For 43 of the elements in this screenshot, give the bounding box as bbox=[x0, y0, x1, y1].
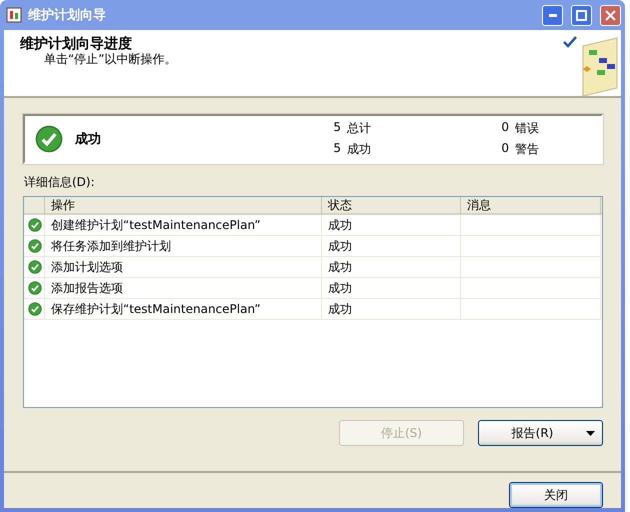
details-label: 详细信息(D): bbox=[24, 174, 96, 191]
table-cell: 添加计划选项 bbox=[45, 257, 322, 278]
maximize-icon bbox=[576, 10, 587, 20]
check-icon bbox=[563, 36, 577, 48]
stat-label: 总计 bbox=[347, 120, 372, 137]
maximize-button[interactable] bbox=[571, 4, 592, 26]
close-button[interactable] bbox=[600, 4, 621, 26]
success-icon bbox=[35, 125, 63, 153]
success-icon bbox=[28, 302, 42, 316]
stat-label: 警告 bbox=[515, 141, 540, 158]
column-header[interactable]: 消息 bbox=[461, 197, 601, 214]
table-cell: 将任务添加到维护计划 bbox=[45, 236, 322, 257]
column-header[interactable]: 操作 bbox=[45, 197, 322, 214]
close-icon bbox=[605, 10, 616, 20]
table-cell: 成功 bbox=[322, 257, 461, 278]
table-cell: 成功 bbox=[322, 299, 461, 320]
table-cell: 成功 bbox=[322, 215, 461, 236]
column-header[interactable]: 状态 bbox=[322, 197, 461, 214]
table-cell: 成功 bbox=[322, 278, 461, 299]
stat-count: 5 bbox=[332, 120, 341, 136]
success-icon bbox=[28, 218, 42, 232]
header-title: 维护计划向导进度 bbox=[20, 35, 133, 53]
success-icon bbox=[28, 260, 42, 274]
stat-label: 成功 bbox=[347, 141, 372, 158]
report-button[interactable]: 报告(R) bbox=[478, 420, 603, 446]
table-cell: 保存维护计划“testMaintenancePlan” bbox=[45, 299, 322, 320]
window-title: 维护计划向导 bbox=[28, 6, 107, 24]
minimize-icon bbox=[548, 14, 556, 16]
caret-icon bbox=[586, 431, 595, 436]
stat-count: 0 bbox=[500, 120, 509, 136]
stat-count: 0 bbox=[500, 141, 509, 157]
table-cell: 创建维护计划“testMaintenancePlan” bbox=[45, 215, 322, 236]
stat-label: 错误 bbox=[515, 120, 540, 137]
stat-count: 5 bbox=[332, 141, 341, 157]
header-subtitle: 单击“停止”以中断操作。 bbox=[43, 51, 178, 68]
minimize-button[interactable] bbox=[542, 4, 563, 26]
button[interactable]: 关闭 bbox=[509, 482, 603, 508]
app-icon bbox=[6, 7, 22, 23]
status-text: 成功 bbox=[74, 131, 102, 148]
success-icon bbox=[28, 281, 42, 295]
table-cell: 添加报告选项 bbox=[45, 278, 322, 299]
success-icon bbox=[28, 239, 42, 253]
table-cell: 成功 bbox=[322, 236, 461, 257]
